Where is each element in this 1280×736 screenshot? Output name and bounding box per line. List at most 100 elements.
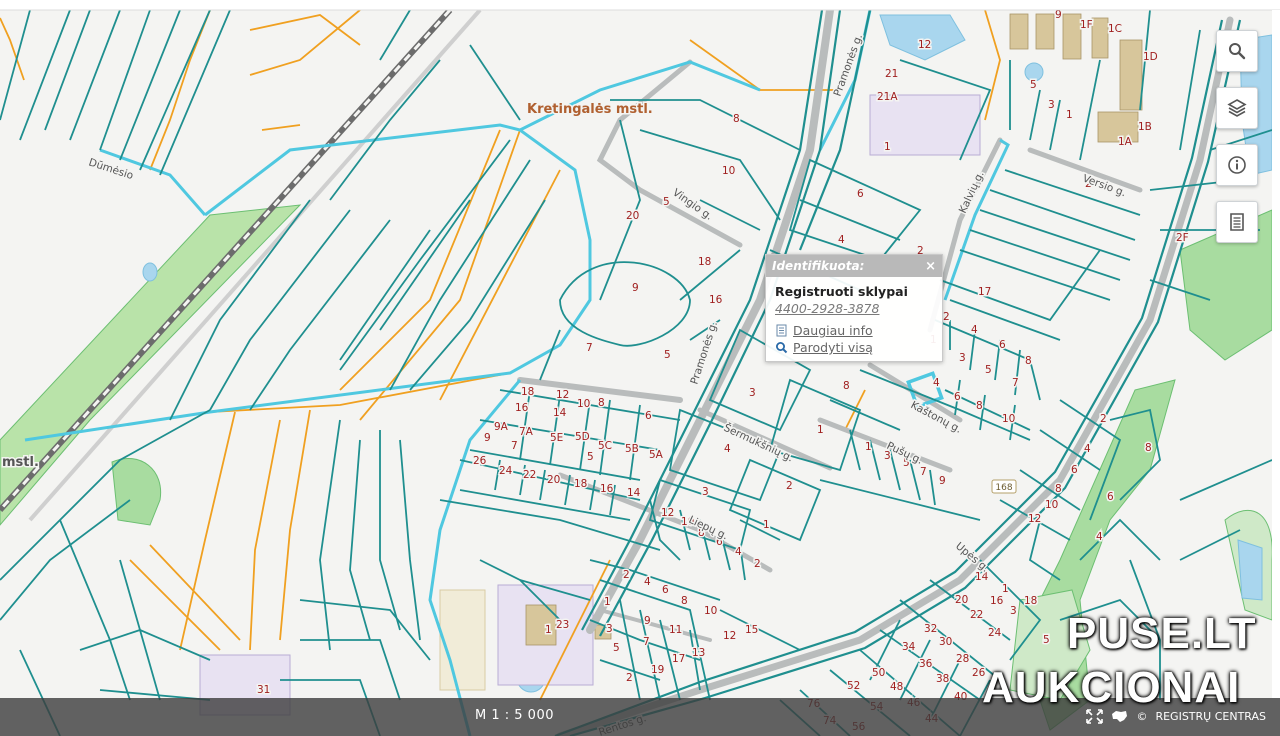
parcel-number: 6 xyxy=(645,410,652,422)
popup-header: Identifikuota: × xyxy=(766,255,942,277)
parcel-number: 9A xyxy=(494,421,509,433)
parcel-number: 7 xyxy=(920,466,927,478)
parcel-number: 22 xyxy=(523,469,536,481)
info-tool-button[interactable] xyxy=(1216,144,1258,186)
parcel-number: 9 xyxy=(632,282,639,294)
parcel-number: 48 xyxy=(890,681,903,693)
parcel-number: 1F xyxy=(1080,19,1093,31)
parcel-number: 15 xyxy=(745,624,758,636)
parcel-number: 20 xyxy=(547,474,560,486)
watermark-line2: AUKCIONAI xyxy=(982,663,1241,712)
parcel-number: 10 xyxy=(577,398,590,410)
parcel-number: 8 xyxy=(598,397,605,409)
parcel-number: 2 xyxy=(943,311,950,323)
parcel-number: 4 xyxy=(838,234,845,246)
parcel-number: 8 xyxy=(1055,483,1062,495)
parcel-number: 21 xyxy=(885,68,898,80)
document-icon xyxy=(776,324,787,337)
parcel-number: 8 xyxy=(1025,355,1032,367)
layers-tool-button[interactable] xyxy=(1216,87,1258,129)
parcel-number: 3 xyxy=(606,623,613,635)
parcel-number: 12 xyxy=(918,39,931,51)
parcel-number: 4 xyxy=(971,324,978,336)
parcel-number: 28 xyxy=(956,653,969,665)
map-toolbar xyxy=(1216,30,1258,258)
watermark-line1: PUSE.LT xyxy=(1067,609,1257,658)
parcel-number: 8 xyxy=(1145,442,1152,454)
parcel-number: 11 xyxy=(669,624,682,636)
parcel-number: 4 xyxy=(1096,531,1103,543)
parcel-number: 10 xyxy=(722,165,735,177)
map-scale: M 1 : 5 000 xyxy=(475,708,554,723)
parcel-number: 38 xyxy=(936,673,949,685)
parcel-number: 9 xyxy=(484,432,491,444)
parcel-number: 4 xyxy=(724,443,731,455)
parcel-number: 14 xyxy=(553,407,567,419)
parcel-number: 1 xyxy=(545,624,552,636)
parcel-number: 1B xyxy=(1138,121,1152,133)
parcel-number: 14 xyxy=(627,487,641,499)
parcel-number: 6 xyxy=(857,188,864,200)
parcel-number: 16 xyxy=(600,483,614,495)
magnifier-icon xyxy=(776,342,788,354)
parcel-number: 18 xyxy=(698,256,711,268)
parcel-id-link[interactable]: 4400-2928-3878 xyxy=(775,301,933,316)
parcel-number: 8 xyxy=(843,380,850,392)
parcel-number: 22 xyxy=(970,609,983,621)
parcel-number: 5A xyxy=(649,449,664,461)
parcel-number: 1 xyxy=(1002,583,1009,595)
parcel-number: 6 xyxy=(662,584,669,596)
search-tool-button[interactable] xyxy=(1216,30,1258,72)
parcel-number: 6 xyxy=(1071,464,1078,476)
road-number-text: 168 xyxy=(995,483,1012,493)
parcel-number: 1 xyxy=(763,519,770,531)
parcel-number: 34 xyxy=(902,641,916,653)
parcel-number: 2 xyxy=(754,558,761,570)
document-icon xyxy=(1230,213,1244,231)
parcel-number: 24 xyxy=(988,627,1002,639)
search-icon xyxy=(1229,43,1246,60)
parcel-number: 5 xyxy=(985,364,992,376)
parcel-number: 17 xyxy=(978,286,991,298)
parcel-number: 6 xyxy=(999,339,1006,351)
parcel-number: 18 xyxy=(521,386,534,398)
parcel-number: 50 xyxy=(872,667,885,679)
parcel-number: 17 xyxy=(672,653,685,665)
close-icon[interactable]: × xyxy=(925,259,936,274)
parcel-number: 3 xyxy=(1048,99,1055,111)
parcel-number: 5 xyxy=(664,349,671,361)
show-all-link[interactable]: Parodyti visą xyxy=(775,340,933,355)
parcel-number: 2 xyxy=(623,569,630,581)
parcel-number: 3 xyxy=(749,387,756,399)
parcel-number: 5E xyxy=(550,432,563,444)
parcel-number: 20 xyxy=(626,210,639,222)
parcel-number: 2 xyxy=(1100,413,1107,425)
legend-tool-button[interactable] xyxy=(1216,201,1258,243)
info-icon xyxy=(1228,156,1246,174)
parcel-number: 3 xyxy=(1010,605,1017,617)
parcel-number: 1 xyxy=(604,596,611,608)
parcel-number: 7A xyxy=(519,426,534,438)
parcel-number: 8 xyxy=(733,113,740,125)
parcel-number: 30 xyxy=(939,636,952,648)
parcel-number: 2 xyxy=(626,672,633,684)
parcel-number: 6 xyxy=(954,391,961,403)
parcel-number: 7 xyxy=(643,636,650,648)
parcel-number: 24 xyxy=(499,465,513,477)
parcel-number: 3 xyxy=(702,486,709,498)
parcel-number: 2F xyxy=(1176,232,1189,244)
parcel-number: 16 xyxy=(709,294,723,306)
parcel-number: 1 xyxy=(884,141,891,153)
parcel-number: 4 xyxy=(735,546,742,558)
parcel-number: 5 xyxy=(1043,634,1050,646)
parcel-number: 12 xyxy=(556,389,569,401)
parcel-number: 5 xyxy=(1030,79,1037,91)
parcel-number: 5B xyxy=(625,443,639,455)
parcel-number: 10 xyxy=(704,605,717,617)
parcel-number: 13 xyxy=(692,647,705,659)
parcel-number: 4 xyxy=(644,576,651,588)
parcel-number: 1A xyxy=(1118,136,1133,148)
parcel-number: 12 xyxy=(661,507,674,519)
more-info-link[interactable]: Daugiau info xyxy=(775,323,933,338)
popup-title: Identifikuota: xyxy=(772,259,865,273)
